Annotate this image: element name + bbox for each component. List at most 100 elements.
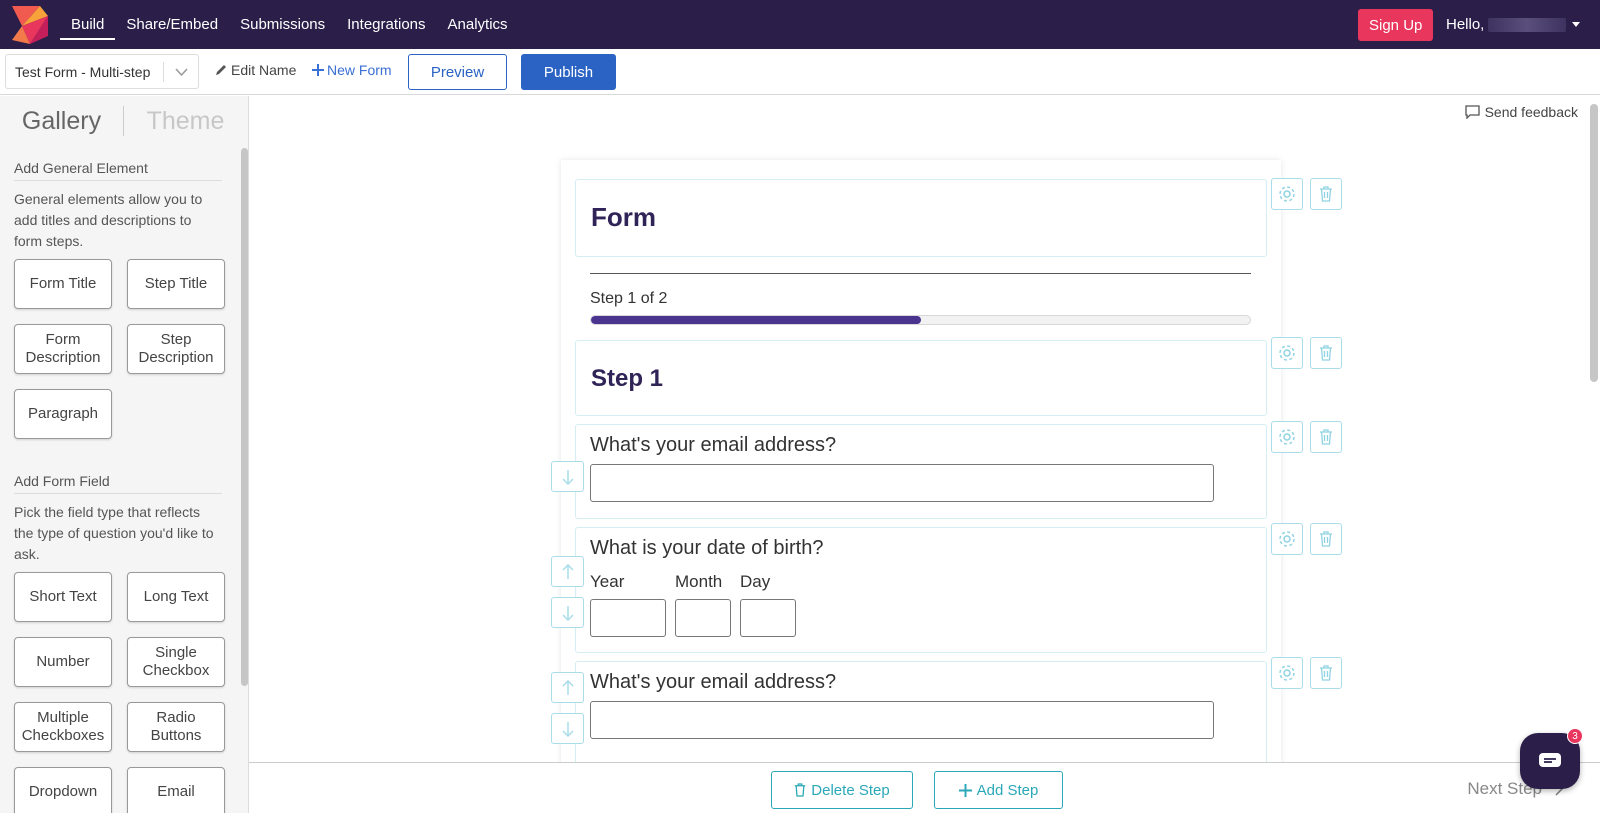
trash-icon (1320, 429, 1332, 445)
add-radio-buttons-button[interactable]: Radio Buttons (127, 702, 225, 752)
email-field[interactable] (590, 701, 1214, 739)
plus-icon (312, 64, 324, 76)
settings-button[interactable] (1271, 657, 1303, 689)
nav-integrations[interactable]: Integrations (336, 0, 436, 49)
send-feedback-label: Send feedback (1484, 104, 1578, 120)
gear-icon (1279, 429, 1295, 445)
step-title-block[interactable]: Step 1 (575, 340, 1267, 416)
sidebar-tabs: Gallery Theme (0, 96, 248, 146)
delete-step-button[interactable]: Delete Step (771, 771, 913, 809)
arrow-down-icon (561, 469, 574, 485)
form-canvas: Send feedback Form Step 1 of 2 Step 1 Wh… (249, 96, 1600, 762)
arrow-down-icon (561, 721, 574, 737)
question-block-email[interactable]: What's your email address? (575, 661, 1267, 762)
section-heading: Add General Element (14, 160, 222, 181)
tab-theme[interactable]: Theme (124, 107, 247, 136)
add-long-text-button[interactable]: Long Text (127, 572, 225, 622)
delete-button[interactable] (1310, 337, 1342, 369)
general-elements-section: Add General Element General elements all… (0, 160, 248, 439)
day-label: Day (740, 572, 771, 591)
nav-analytics[interactable]: Analytics (437, 0, 519, 49)
nav-share-embed[interactable]: Share/Embed (115, 0, 229, 49)
user-name-redacted (1488, 17, 1567, 32)
hello-label: Hello, (1446, 16, 1485, 33)
delete-button[interactable] (1310, 523, 1342, 555)
section-heading: Add Form Field (14, 473, 222, 494)
settings-button[interactable] (1271, 178, 1303, 210)
nav-submissions[interactable]: Submissions (229, 0, 336, 49)
form-title-block[interactable]: Form (575, 179, 1267, 257)
add-step-label: Add Step (976, 781, 1039, 799)
new-form-label: New Form (327, 62, 392, 78)
settings-button[interactable] (1271, 523, 1303, 555)
question-label: What is your date of birth? (590, 537, 824, 559)
form-selector[interactable]: Test Form - Multi-step (5, 54, 199, 89)
canvas-scrollbar[interactable] (1590, 104, 1598, 382)
year-field[interactable] (590, 599, 666, 637)
add-paragraph-button[interactable]: Paragraph (14, 389, 112, 439)
delete-button[interactable] (1310, 178, 1342, 210)
add-number-button[interactable]: Number (14, 637, 112, 687)
day-field[interactable] (740, 599, 796, 637)
gear-icon (1279, 531, 1295, 547)
delete-button[interactable] (1310, 657, 1342, 689)
arrow-up-icon (561, 679, 574, 695)
move-down-button[interactable] (551, 713, 584, 744)
caret-down-icon (1572, 22, 1581, 27)
plus-icon (958, 783, 972, 797)
add-dropdown-button[interactable]: Dropdown (14, 767, 112, 813)
add-step-button[interactable]: Add Step (934, 771, 1063, 809)
add-short-text-button[interactable]: Short Text (14, 572, 112, 622)
form-fields-section: Add Form Field Pick the field type that … (0, 473, 248, 813)
tab-gallery[interactable]: Gallery (0, 107, 123, 136)
trash-icon (1320, 531, 1332, 547)
section-description: General elements allow you to add titles… (14, 191, 203, 249)
general-elements-grid: Form Title Step Title Form Description S… (14, 259, 234, 439)
question-block-date-of-birth[interactable]: What is your date of birth? Year Month D… (575, 527, 1267, 653)
sign-up-button[interactable]: Sign Up (1358, 9, 1434, 41)
form-title: Form (591, 202, 656, 232)
notification-badge: 3 (1567, 728, 1583, 744)
send-feedback-link[interactable]: Send feedback (1464, 104, 1578, 120)
question-block-email[interactable]: What's your email address? (575, 424, 1267, 519)
move-down-button[interactable] (551, 597, 584, 628)
logo-icon[interactable] (10, 4, 50, 46)
settings-button[interactable] (1271, 421, 1303, 453)
email-field[interactable] (590, 464, 1214, 502)
new-form-button[interactable]: New Form (312, 62, 392, 78)
add-form-description-button[interactable]: Form Description (14, 324, 112, 374)
add-step-title-button[interactable]: Step Title (127, 259, 225, 309)
delete-button[interactable] (1310, 421, 1342, 453)
settings-button[interactable] (1271, 337, 1303, 369)
add-multiple-checkboxes-button[interactable]: Multiple Checkboxes (14, 702, 112, 752)
trash-icon (1320, 186, 1332, 202)
move-down-button[interactable] (551, 461, 584, 492)
gear-icon (1279, 665, 1295, 681)
arrow-down-icon (561, 605, 574, 621)
chevron-down-icon[interactable] (164, 67, 198, 76)
step-title: Step 1 (591, 365, 664, 392)
nav-build[interactable]: Build (60, 0, 116, 49)
edit-name-button[interactable]: Edit Name (214, 62, 296, 78)
preview-button[interactable]: Preview (408, 54, 507, 90)
add-single-checkbox-button[interactable]: Single Checkbox (127, 637, 225, 687)
sidebar-scrollbar[interactable] (241, 148, 248, 686)
form-preview-card: Form Step 1 of 2 Step 1 What's your emai… (551, 160, 1342, 762)
divider (590, 273, 1251, 274)
progress-label: Step 1 of 2 (590, 290, 668, 307)
add-form-title-button[interactable]: Form Title (14, 259, 112, 309)
user-menu[interactable]: Hello, (1446, 0, 1581, 49)
move-up-button[interactable] (551, 556, 584, 587)
add-step-description-button[interactable]: Step Description (127, 324, 225, 374)
toolbar: Test Form - Multi-step Edit Name New For… (0, 49, 1600, 95)
move-up-button[interactable] (551, 672, 584, 703)
year-label: Year (590, 572, 625, 591)
gear-icon (1279, 186, 1295, 202)
section-description: Pick the field type that reflects the ty… (14, 504, 214, 562)
add-email-button[interactable]: Email (127, 767, 225, 813)
step-actions-bar: Delete Step Add Step Next Step (249, 762, 1600, 813)
form-selector-value: Test Form - Multi-step (15, 63, 151, 80)
month-field[interactable] (675, 599, 731, 637)
feedback-icon (1464, 105, 1480, 119)
publish-button[interactable]: Publish (521, 54, 616, 90)
